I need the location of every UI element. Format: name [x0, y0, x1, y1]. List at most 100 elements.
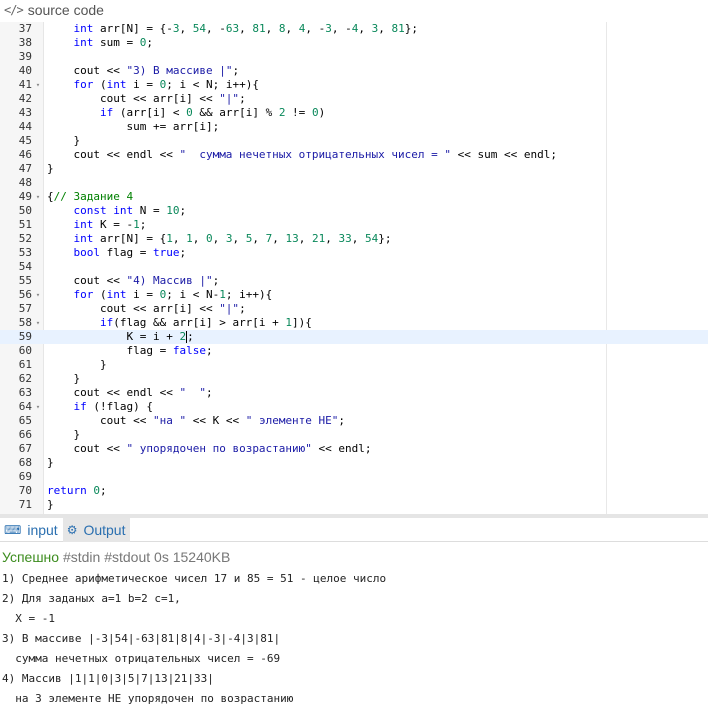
output-line: сумма нечетных отрицательных чисел = -69: [2, 652, 281, 665]
code-line[interactable]: 52 int arr[N] = {1, 1, 0, 3, 5, 7, 13, 2…: [0, 232, 708, 246]
header-title: source code: [27, 2, 104, 18]
line-number: 71: [18, 498, 32, 511]
code-text: int arr[N] = {-3, 54, -63, 81, 8, 4, -3,…: [73, 22, 418, 35]
code-line[interactable]: 37 int arr[N] = {-3, 54, -63, 81, 8, 4, …: [0, 22, 708, 36]
code-line[interactable]: 56 ▾ for (int i = 0; i < N-1; i++){: [0, 288, 708, 302]
line-number: 57: [18, 302, 32, 315]
code-line[interactable]: 63 cout << endl << " ";: [0, 386, 708, 400]
line-number: 61: [18, 358, 32, 371]
code-line[interactable]: 64 ▾ if (!flag) {: [0, 400, 708, 414]
code-text: int K = -1;: [73, 218, 147, 231]
code-text: for (int i = 0; i < N-1; i++){: [73, 288, 273, 301]
code-text: cout << arr[i] << "|";: [47, 302, 246, 315]
input-icon: ⌨: [4, 522, 22, 537]
text-cursor: [186, 331, 188, 343]
line-number: 66: [18, 428, 32, 441]
output-line: на 3 элементе НЕ упорядочен по возрастан…: [2, 692, 294, 705]
code-text: if (arr[i] < 0 && arr[i] % 2 != 0): [99, 106, 326, 119]
line-number: 49: [18, 190, 32, 203]
code-text: cout << endl << " сумма нечетных отрицат…: [47, 148, 557, 161]
line-number: 59: [18, 330, 32, 343]
code-text: }: [47, 428, 81, 441]
code-line[interactable]: 61 }: [0, 358, 708, 372]
code-line[interactable]: 57 cout << arr[i] << "|";: [0, 302, 708, 316]
line-number: 42: [18, 92, 32, 105]
code-text: int sum = 0;: [73, 36, 153, 49]
code-line[interactable]: 65 cout << "на " << K << " элементе НЕ";: [0, 414, 708, 428]
code-line[interactable]: 60 flag = false;: [0, 344, 708, 358]
code-text: cout << "на " << K << " элементе НЕ";: [47, 414, 346, 427]
tab-input[interactable]: ⌨ input: [0, 518, 63, 542]
code-text: }: [47, 372, 81, 385]
code-line[interactable]: 47}: [0, 162, 708, 176]
output-line: 3) В массиве |-3|54|-63|81|8|4|-3|-4|3|8…: [2, 632, 281, 645]
code-line[interactable]: 40 cout << "3) В массиве |";: [0, 64, 708, 78]
code-line[interactable]: 69: [0, 470, 708, 484]
fold-toggle-icon[interactable]: ▾: [33, 288, 43, 302]
code-line[interactable]: 46 cout << endl << " сумма нечетных отри…: [0, 148, 708, 162]
code-text: return 0;: [47, 484, 107, 497]
tab-output-label: Output: [83, 521, 126, 538]
fold-toggle-icon[interactable]: ▾: [33, 400, 43, 414]
code-line[interactable]: 45 }: [0, 134, 708, 148]
output-line: 4) Массив |1|1|0|3|5|7|13|21|33|: [2, 672, 214, 685]
code-line[interactable]: 38 int sum = 0;: [0, 36, 708, 50]
line-number: 67: [18, 442, 32, 455]
code-line[interactable]: 54: [0, 260, 708, 274]
code-line[interactable]: 58 ▾ if(flag && arr[i] > arr[i + 1]){: [0, 316, 708, 330]
tab-input-label: input: [27, 521, 58, 538]
line-number: 52: [18, 232, 32, 245]
code-text: cout << "4) Массив |";: [47, 274, 220, 287]
output-line: 1) Среднее арифметическое чисел 17 и 85 …: [2, 572, 387, 585]
line-number: 70: [18, 484, 32, 497]
tab-output[interactable]: ⚙ Output: [62, 517, 131, 542]
code-line[interactable]: 62 }: [0, 372, 708, 386]
code-text: {// Задание 4: [47, 190, 134, 203]
code-line[interactable]: 53 bool flag = true;: [0, 246, 708, 260]
code-line[interactable]: 41 ▾ for (int i = 0; i < N; i++){: [0, 78, 708, 92]
code-line[interactable]: 71}: [0, 498, 708, 512]
program-output: 1) Среднее арифметическое чисел 17 и 85 …: [0, 571, 708, 711]
code-text: }: [47, 456, 54, 469]
code-line[interactable]: 49 ▾ {// Задание 4: [0, 190, 708, 204]
code-line[interactable]: 59 K = i + 2;: [0, 330, 708, 344]
code-line[interactable]: 50 const int N = 10;: [0, 204, 708, 218]
code-editor[interactable]: 37 int arr[N] = {-3, 54, -63, 81, 8, 4, …: [0, 22, 708, 514]
code-line[interactable]: 43 if (arr[i] < 0 && arr[i] % 2 != 0): [0, 106, 708, 120]
code-line[interactable]: 68}: [0, 456, 708, 470]
line-number: 53: [18, 246, 32, 259]
code-line[interactable]: 42 cout << arr[i] << "|";: [0, 92, 708, 106]
line-number: 43: [18, 106, 32, 119]
line-number: 38: [18, 36, 32, 49]
code-text: cout << arr[i] << "|";: [47, 92, 246, 105]
code-line[interactable]: 70 return 0;: [0, 484, 708, 498]
fold-toggle-icon[interactable]: ▾: [33, 316, 43, 330]
code-text: bool flag = true;: [73, 246, 187, 259]
code-text: int arr[N] = {1, 1, 0, 3, 5, 7, 13, 21, …: [73, 232, 392, 245]
code-line[interactable]: 48: [0, 176, 708, 190]
code-line[interactable]: 67 cout << " упорядочен по возрастанию" …: [0, 442, 708, 456]
code-text: cout << " упорядочен по возрастанию" << …: [47, 442, 372, 455]
status-tags: #stdin #stdout: [62, 549, 151, 565]
code-line[interactable]: 66 }: [0, 428, 708, 442]
code-line[interactable]: 51 int K = -1;: [0, 218, 708, 232]
code-line[interactable]: 55 cout << "4) Массив |";: [0, 274, 708, 288]
line-number: 40: [18, 64, 32, 77]
line-number: 44: [18, 120, 32, 133]
status-time: 0s: [154, 549, 169, 565]
gears-icon: ⚙: [66, 522, 78, 537]
line-number: 54: [18, 260, 32, 273]
status-result: Успешно: [2, 549, 60, 565]
line-number: 41: [18, 78, 32, 91]
fold-toggle-icon[interactable]: ▾: [33, 190, 43, 204]
line-number: 60: [18, 344, 32, 357]
line-number: 69: [18, 470, 32, 483]
code-text: cout << "3) В массиве |";: [47, 64, 240, 77]
line-number: 68: [18, 456, 32, 469]
line-number: 56: [18, 288, 32, 301]
output-line: 2) Для заданых a=1 b=2 c=1,: [2, 592, 181, 605]
code-line[interactable]: 44 sum += arr[i];: [0, 120, 708, 134]
fold-toggle-icon[interactable]: ▾: [33, 78, 43, 92]
line-number: 50: [18, 204, 32, 217]
code-line[interactable]: 39: [0, 50, 708, 64]
